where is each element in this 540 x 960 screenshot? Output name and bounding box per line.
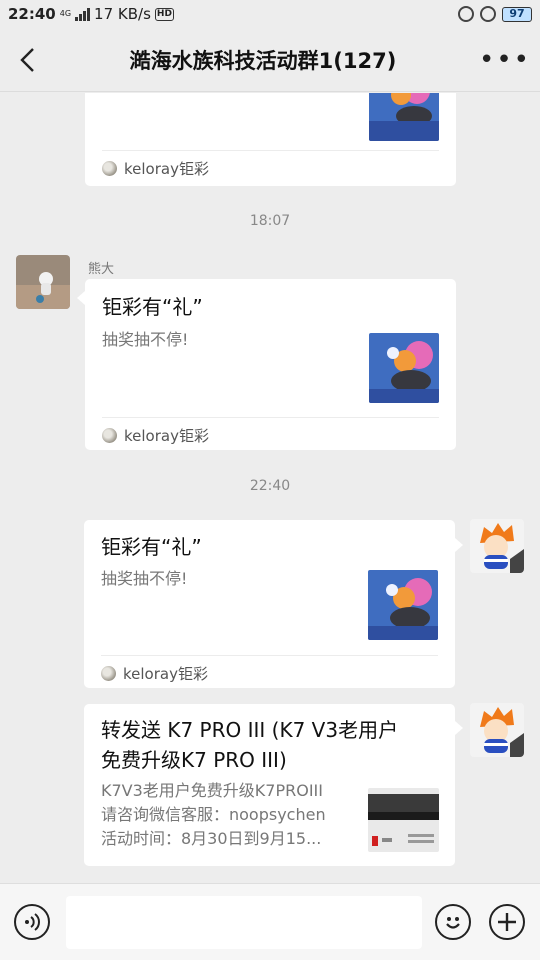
hd-badge: HD <box>154 7 174 21</box>
link-thumbnail-image <box>369 93 439 141</box>
network-type-label: 4G <box>59 9 72 18</box>
card-description-line-3: 活动时间：8月30日到9月15... <box>101 829 322 848</box>
card-source-label: keloray钜彩 <box>124 427 209 445</box>
card-source: keloray钜彩 <box>102 425 209 446</box>
more-dots-icon: ••• <box>478 44 531 75</box>
source-logo-icon <box>102 161 117 176</box>
data-saver-icon <box>458 6 474 22</box>
chat-header: 澔海水族科技活动群1(127) ••• <box>0 28 540 92</box>
card-title: 钜彩有“礼” <box>101 535 202 559</box>
bubble-tail <box>77 291 85 305</box>
message-timestamp: 18:07 <box>249 213 291 229</box>
network-speed: 17 KB/s <box>94 5 151 23</box>
self-avatar[interactable] <box>470 703 524 757</box>
card-source-label: keloray钜彩 <box>123 665 208 683</box>
sender-name: 熊大 <box>88 262 115 277</box>
emoji-icon <box>446 917 460 929</box>
chevron-left-icon <box>20 47 34 72</box>
input-bar <box>0 883 540 960</box>
card-source-label: keloray钜彩 <box>124 160 209 178</box>
message-link-card[interactable]: 钜彩有“礼” 抽奖抽不停! keloray钜彩 <box>85 279 456 450</box>
message-link-card[interactable]: 转发送 K7 PRO III (K7 V3老用户 免费升级K7 PRO III)… <box>84 704 455 866</box>
signal-icon <box>75 7 91 21</box>
card-divider <box>102 150 439 151</box>
emoji-button[interactable] <box>435 904 471 940</box>
status-bar: 22:40 4G 17 KB/s HD 97 <box>0 0 540 28</box>
self-avatar[interactable] <box>470 519 524 573</box>
bubble-tail <box>455 721 463 735</box>
more-functions-button[interactable] <box>489 904 525 940</box>
card-description-line-1: K7V3老用户免费升级K7PROIII <box>101 781 323 800</box>
card-divider <box>101 655 438 656</box>
card-description-line-2: 请咨询微信客服：noopsychen <box>101 805 326 824</box>
message-input[interactable] <box>66 896 422 949</box>
source-logo-icon <box>101 666 116 681</box>
back-button[interactable] <box>0 28 56 92</box>
sender-avatar[interactable] <box>16 255 70 309</box>
chat-title: 澔海水族科技活动群1(127) <box>129 48 397 73</box>
lock-icon <box>480 6 496 22</box>
card-title-line-1: 转发送 K7 PRO III (K7 V3老用户 <box>101 718 399 742</box>
card-divider <box>102 417 439 418</box>
bubble-tail <box>455 538 463 552</box>
message-timestamp: 22:40 <box>249 478 291 494</box>
card-description: 抽奖抽不停! <box>102 330 189 349</box>
message-link-card[interactable]: 钜彩有“礼” 抽奖抽不停! keloray钜彩 <box>84 520 455 688</box>
chat-message-list[interactable]: keloray钜彩 18:07 熊大 钜彩有“礼” 抽奖抽不停! keloray… <box>0 93 540 883</box>
card-title-line-2: 免费升级K7 PRO III) <box>101 748 287 772</box>
link-thumbnail-image <box>368 570 438 640</box>
source-logo-icon <box>102 428 117 443</box>
status-time: 22:40 <box>8 5 56 23</box>
link-thumbnail-image <box>369 333 439 403</box>
card-source: keloray钜彩 <box>101 663 208 684</box>
voice-button[interactable] <box>14 904 50 940</box>
card-description: 抽奖抽不停! <box>101 569 188 588</box>
plus-icon <box>498 913 516 931</box>
message-link-card[interactable]: keloray钜彩 <box>85 93 456 186</box>
more-button[interactable]: ••• <box>470 28 540 92</box>
card-title: 钜彩有“礼” <box>102 295 203 319</box>
battery-indicator: 97 <box>502 6 532 22</box>
voice-icon <box>25 913 40 931</box>
link-thumbnail-image <box>368 788 439 852</box>
card-source: keloray钜彩 <box>102 158 209 179</box>
